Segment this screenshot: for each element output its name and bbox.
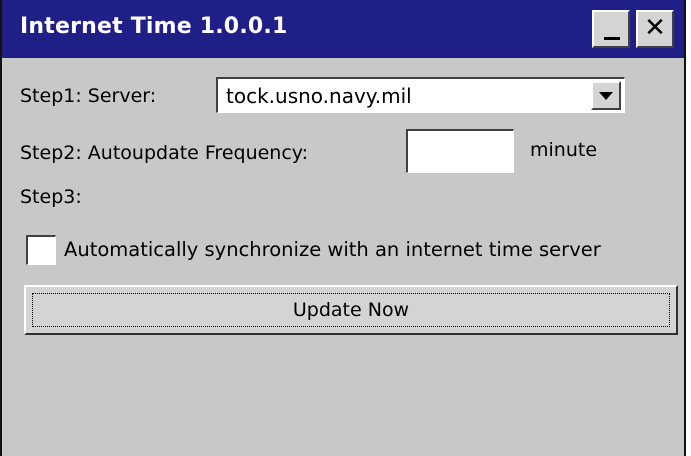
step3-label: Step3: [20,186,82,208]
server-dropdown-button[interactable] [591,81,621,110]
frequency-input[interactable] [406,129,514,173]
close-button[interactable]: ✕ [636,10,674,48]
server-dropdown[interactable]: tock.usno.navy.mil [216,77,625,113]
update-now-button[interactable]: Update Now [24,285,678,335]
internet-time-window: Internet Time 1.0.0.1 ✕ Step1: Server: t… [0,0,686,456]
auto-sync-label[interactable]: Automatically synchronize with an intern… [64,238,601,262]
auto-sync-checkbox[interactable] [26,235,56,265]
update-now-label: Update Now [292,299,410,321]
step2-frequency-label: Step2: Autoupdate Frequency: [20,142,309,164]
title-bar[interactable]: Internet Time 1.0.0.1 ✕ [2,0,684,58]
server-value: tock.usno.navy.mil [226,84,412,108]
step1-server-label: Step1: Server: [20,85,157,107]
minimize-icon [604,37,620,40]
background-strip [686,0,691,456]
chevron-down-icon [599,92,613,100]
minimize-button[interactable] [592,10,630,48]
window-title: Internet Time 1.0.0.1 [20,14,288,39]
frequency-unit-label: minute [530,139,598,161]
close-icon: ✕ [644,13,666,43]
